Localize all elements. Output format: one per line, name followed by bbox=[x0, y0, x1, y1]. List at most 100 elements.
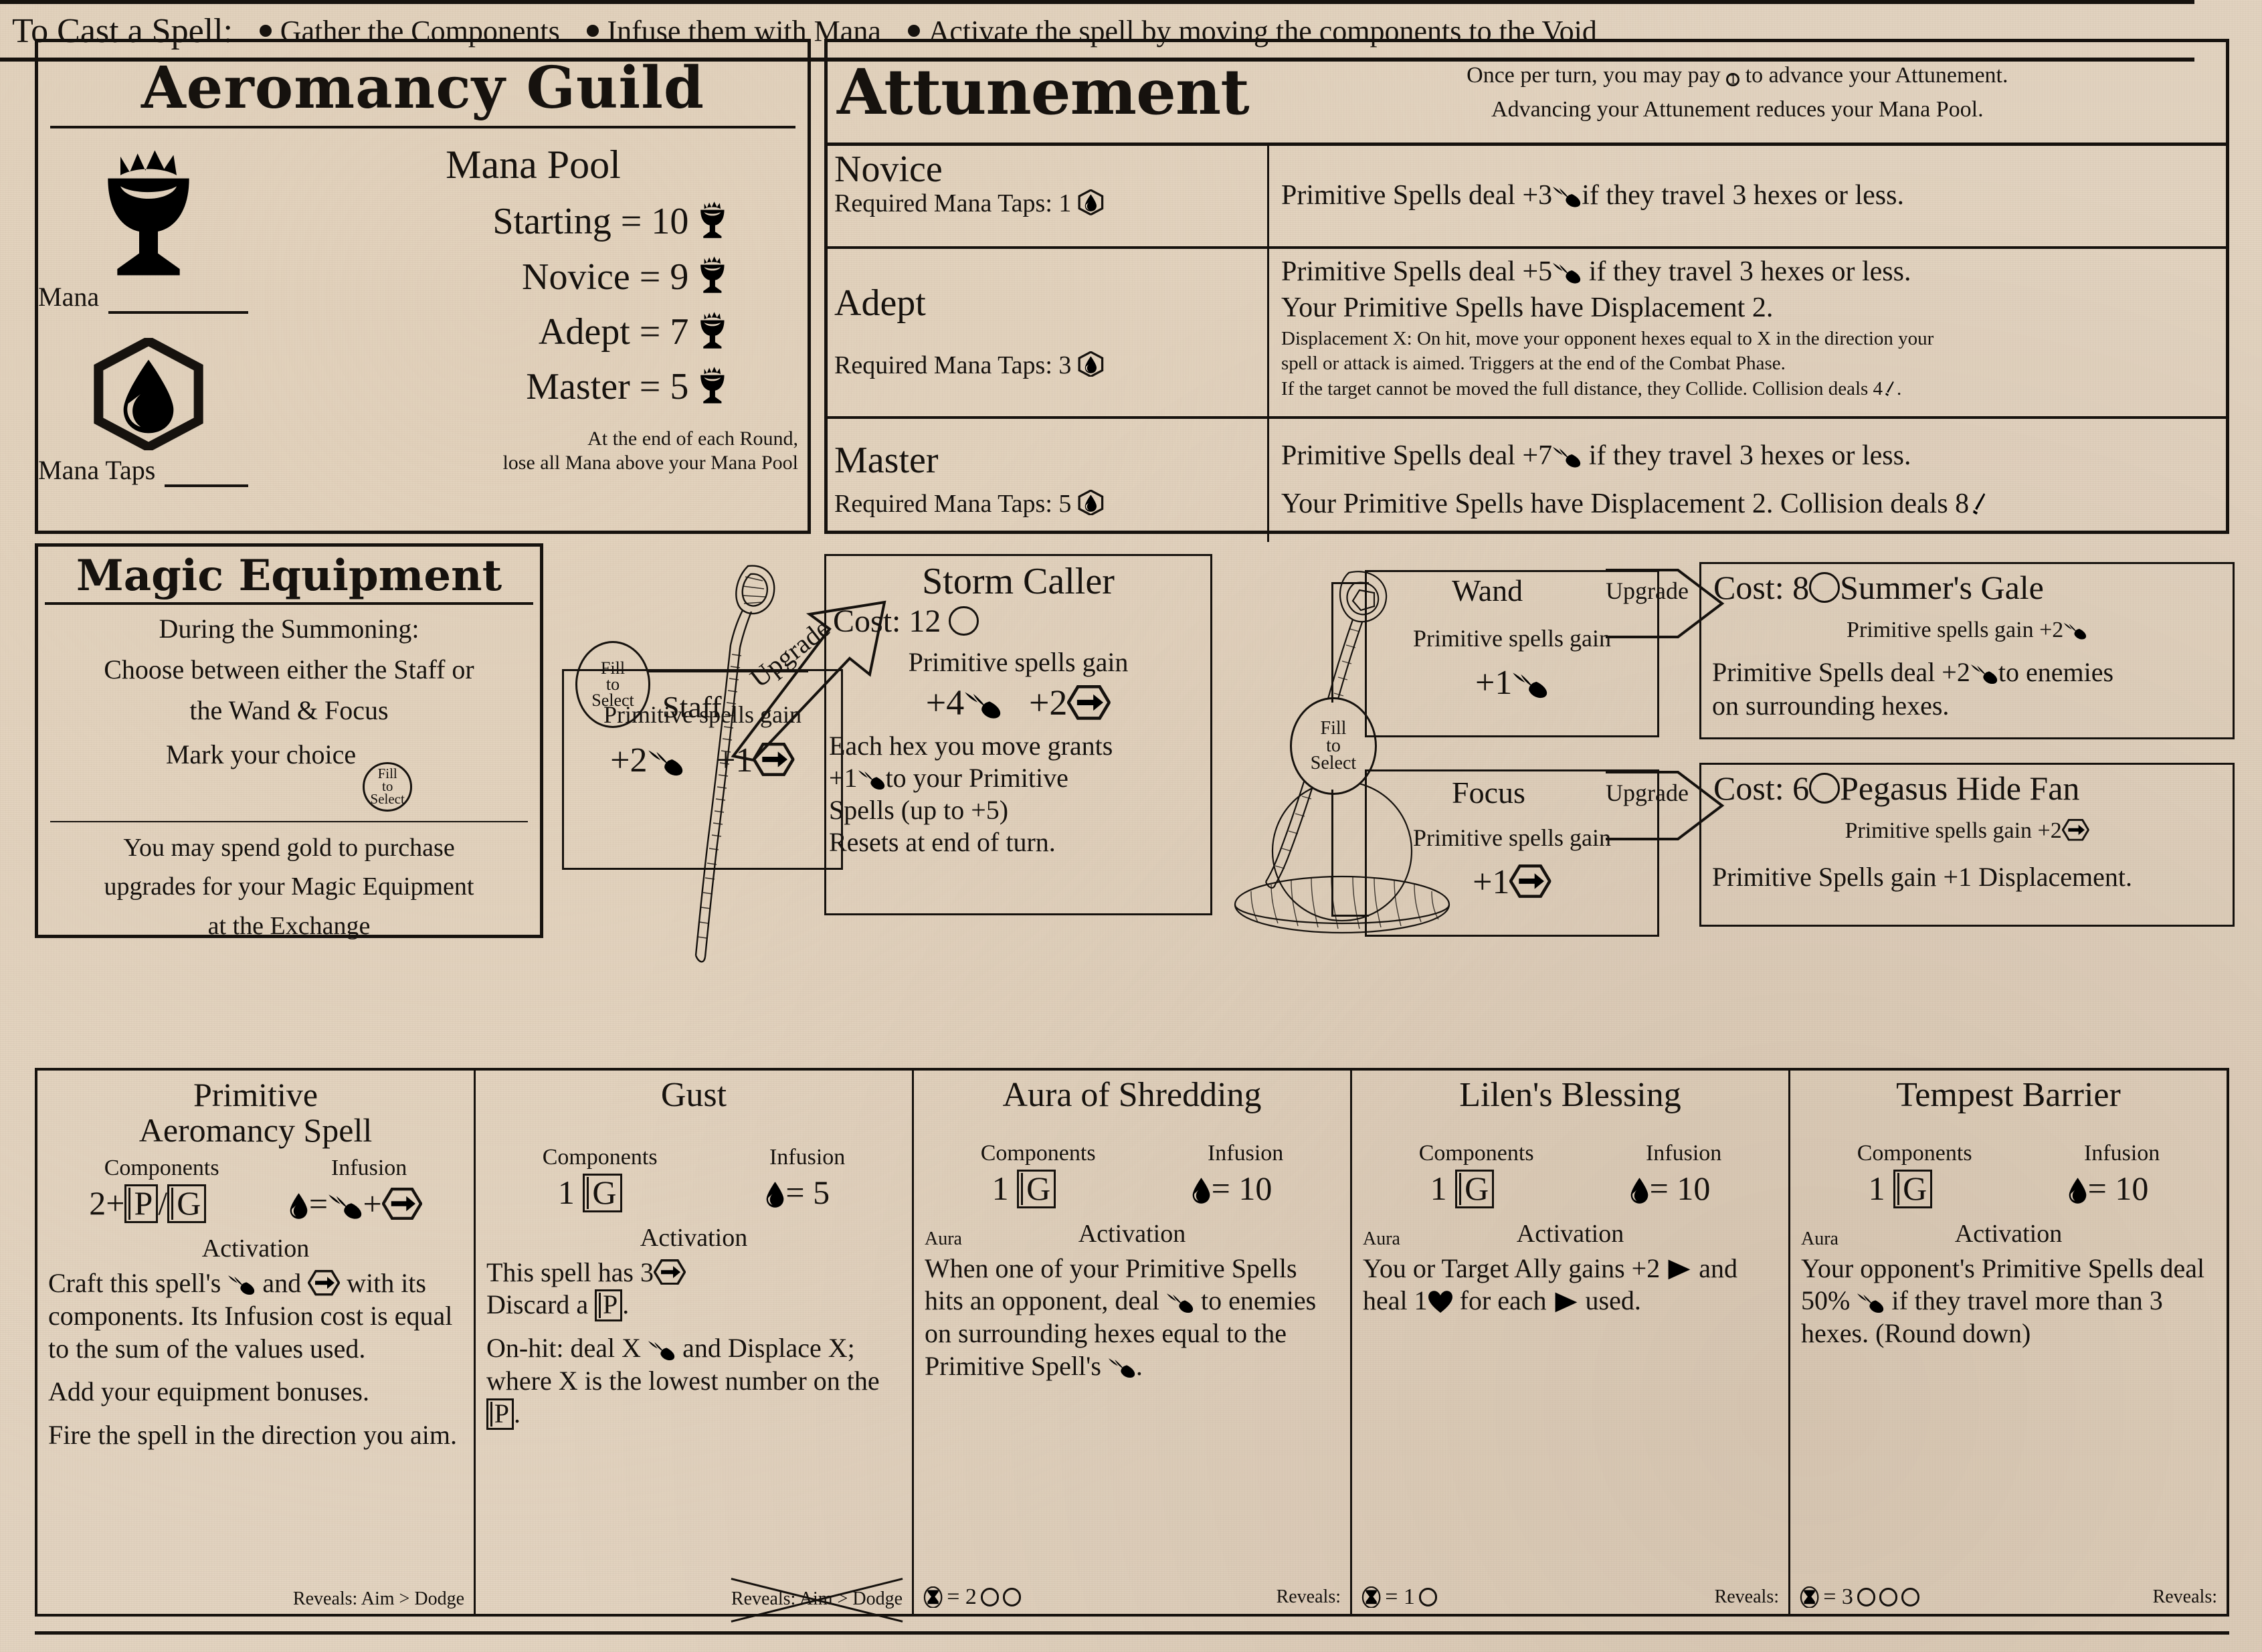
infusion-label: Infusion bbox=[1207, 1140, 1284, 1166]
gale-line-3: on surrounding hexes. bbox=[1712, 690, 1950, 721]
components-label: Components bbox=[542, 1144, 658, 1170]
component-card-p: P bbox=[595, 1289, 623, 1321]
mana-tap-icon bbox=[1078, 351, 1104, 377]
spell-card-primitive-aeromancy[interactable]: Primitive Aeromancy Spell Components Infu… bbox=[37, 1071, 476, 1614]
equipment-line-4: Mark your choice bbox=[165, 739, 357, 769]
health-heart-icon bbox=[1428, 1290, 1453, 1313]
damage-comet-icon bbox=[1552, 186, 1582, 208]
card-title: Aura of Shredding bbox=[1002, 1076, 1262, 1114]
storm-caller-bonuses: +4 +2 bbox=[826, 682, 1210, 723]
storm-caller-line-2b: to your Primitive bbox=[885, 763, 1068, 793]
attunement-panel: Attunement Once per turn, you may pay 1 … bbox=[824, 39, 2229, 542]
damage-comet-icon bbox=[1857, 1293, 1885, 1313]
activation-label: Activation bbox=[1516, 1219, 1624, 1248]
storm-caller-name: Storm Caller bbox=[922, 561, 1115, 602]
mana-pool-row-value: 5 bbox=[670, 366, 689, 408]
summers-gale-card[interactable]: Cost: 8 Summer's Gale Primitive spells ga… bbox=[1699, 562, 2235, 739]
mana-pool-row: Novice = 9 bbox=[259, 254, 808, 300]
hourglass-icon bbox=[1800, 1586, 1819, 1609]
displacement-hex-arrow-icon bbox=[2062, 819, 2089, 841]
duration-circle-icon[interactable] bbox=[980, 1588, 1000, 1607]
guild-tracker-column: Mana Mana Taps bbox=[38, 132, 259, 527]
infusion-value: = 10 bbox=[1629, 1169, 1710, 1208]
damage-comet-icon bbox=[1108, 1358, 1136, 1378]
duration-circle-icon[interactable] bbox=[1879, 1588, 1898, 1607]
mana-pool-note-line-2: lose all Mana above your Mana Pool bbox=[502, 451, 798, 474]
duration-circle-icon[interactable] bbox=[1857, 1588, 1876, 1607]
reveals-text: Reveals: Aim > Dodge bbox=[731, 1588, 903, 1609]
activation-label: Activation bbox=[201, 1234, 310, 1263]
master-effect-1a: Primitive Spells deal +7 bbox=[1281, 440, 1553, 472]
pegasus-hide-fan-card[interactable]: Cost: 6 Pegasus Hide Fan Primitive spells… bbox=[1699, 763, 2235, 927]
spell-card-gust[interactable]: Gust Components Infusion 1 G = 5 Activat… bbox=[476, 1071, 914, 1614]
damage-comet-icon bbox=[648, 1340, 676, 1361]
wand-focus-fill-to-select-bubble[interactable]: Fill to Select bbox=[1290, 697, 1377, 795]
infusion-value: = 10 bbox=[2067, 1169, 2148, 1208]
card-body: Your opponent's Primitive Spells deal 50… bbox=[1801, 1253, 2216, 1361]
mana-write-in-line[interactable] bbox=[108, 310, 248, 314]
fan-line-1a: Primitive spells gain bbox=[1845, 818, 2033, 843]
duration-circle-icon[interactable] bbox=[1003, 1588, 1022, 1607]
storm-caller-card[interactable]: Storm Caller Cost: 12 Primitive spells g… bbox=[824, 554, 1212, 915]
fill-to-select-bubble[interactable]: Fill to Select bbox=[363, 761, 413, 812]
components-value: 2+ P / G bbox=[89, 1184, 207, 1223]
reveals-text: Reveals: bbox=[2152, 1586, 2217, 1607]
hourglass-icon bbox=[923, 1586, 943, 1609]
mana-pool-column: Mana Pool Starting = 10 Novice = 9 Adept… bbox=[259, 132, 808, 527]
wand-name: Wand bbox=[1452, 573, 1523, 608]
components-value: 1 G bbox=[558, 1173, 622, 1212]
component-card-p: P bbox=[486, 1398, 514, 1431]
equipment-line-2: Choose between either the Staff or bbox=[104, 654, 474, 685]
equipment-divider bbox=[50, 820, 528, 822]
duration-circle-icon[interactable] bbox=[1418, 1588, 1438, 1607]
damage-comet-icon bbox=[328, 1194, 363, 1220]
fan-name: Pegasus Hide Fan bbox=[1840, 769, 2080, 807]
displacement-hex-arrow-icon bbox=[654, 1259, 686, 1285]
duration-circle-icon[interactable] bbox=[1901, 1588, 1920, 1607]
aura-tag: Aura bbox=[1363, 1228, 1400, 1249]
novice-effect-a: Primitive Spells deal +3 bbox=[1281, 180, 1553, 211]
card-body: This spell has 3 Discard a P. On-hit: dea… bbox=[486, 1257, 901, 1441]
magic-equipment-title: Magic Equipment bbox=[76, 551, 502, 601]
damage-comet-icon bbox=[1166, 1293, 1194, 1313]
component-card-g: G bbox=[1893, 1169, 1933, 1208]
card-body: You or Target Ally gains +2 and heal 1 f… bbox=[1363, 1253, 1778, 1329]
damage-comet-icon bbox=[964, 691, 1002, 719]
storm-caller-cost: Cost: 12 bbox=[826, 603, 1210, 640]
sheet-bottom-rule bbox=[35, 1631, 2229, 1635]
mana-pool-row-label: Novice = bbox=[522, 256, 661, 298]
reveals-text: Reveals: bbox=[1276, 1586, 1341, 1607]
storm-caller-line-3: Spells (up to +5) bbox=[829, 795, 1009, 825]
component-card-g: G bbox=[1455, 1169, 1495, 1208]
staff-name: Staff bbox=[662, 690, 722, 724]
body-text-1b: if they travel more than 3 hexes. (Round… bbox=[1801, 1285, 2163, 1349]
fan-cost: Cost: 6 bbox=[1713, 769, 1810, 807]
required-taps-value: 3 bbox=[1058, 351, 1072, 380]
components-label: Components bbox=[104, 1156, 219, 1180]
spell-card-tempest-barrier[interactable]: Tempest Barrier Components Infusion 1 G … bbox=[1790, 1071, 2227, 1614]
spell-card-aura-of-shredding[interactable]: Aura of Shredding Components Infusion 1 … bbox=[914, 1071, 1352, 1614]
summers-gale-header: Cost: 8 Summer's Gale bbox=[1701, 564, 2233, 607]
body-text-1: You or Target Ally gains +2 bbox=[1363, 1253, 1661, 1283]
displacement-hex-arrow-icon bbox=[1509, 864, 1551, 898]
damage-comet-icon bbox=[227, 1275, 256, 1295]
mana-taps-write-in-line[interactable] bbox=[165, 484, 248, 487]
component-card-p: P bbox=[124, 1184, 159, 1223]
storm-caller-line-1: Each hex you move grants bbox=[829, 731, 1113, 761]
body-text-1d: used. bbox=[1585, 1285, 1641, 1316]
spell-card-lilens-blessing[interactable]: Lilen's Blessing Components Infusion 1 G… bbox=[1352, 1071, 1790, 1614]
displacement-hex-arrow-icon bbox=[1067, 685, 1111, 720]
mana-tap-icon bbox=[1078, 189, 1104, 215]
master-effect-2: Your Primitive Spells have Displacement … bbox=[1281, 488, 1970, 519]
infusion-value: = 10 bbox=[1191, 1169, 1272, 1208]
required-taps-value: 5 bbox=[1058, 490, 1072, 519]
storm-caller-line-4: Resets at end of turn. bbox=[829, 827, 1056, 857]
components-value: 1 G bbox=[1430, 1169, 1495, 1208]
focus-bonus-displacement: +1 bbox=[1473, 863, 1510, 901]
mana-pool-row: Master = 5 bbox=[259, 364, 808, 409]
aura-tag: Aura bbox=[925, 1228, 962, 1249]
gold-coin-icon bbox=[1809, 572, 1841, 603]
gale-line-2a: Primitive Spells deal +2 bbox=[1712, 656, 1970, 687]
damage-comet-icon bbox=[1552, 262, 1582, 284]
adept-collision-text: If the target cannot be moved the full d… bbox=[1281, 377, 1883, 399]
